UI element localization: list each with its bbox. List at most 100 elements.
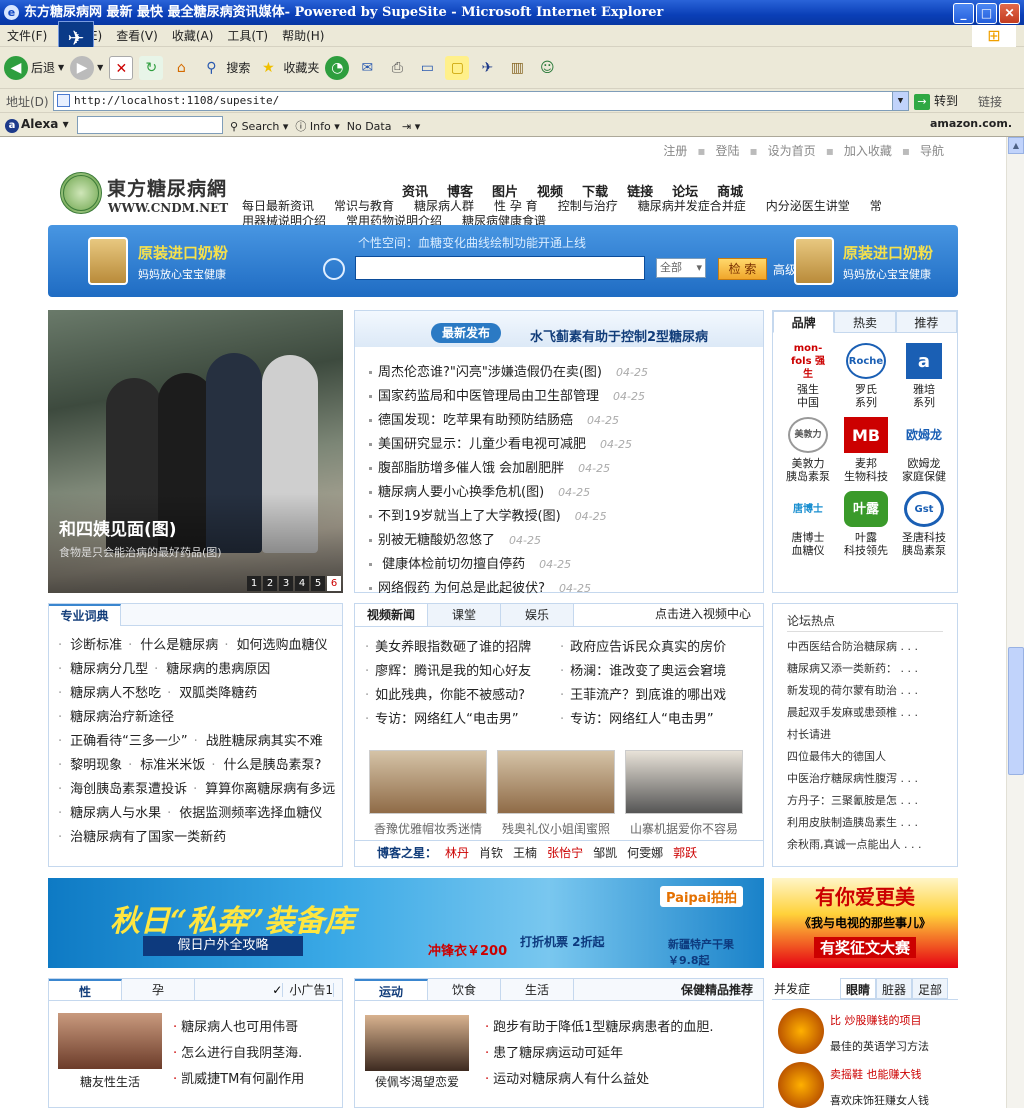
note-icon[interactable]: ▢ [445,55,470,80]
banner-notice[interactable]: 个性空间：血糖变化曲线绘制功能开通上线 [358,234,586,251]
list-item[interactable]: 美女养眼指数砸了谁的招牌 [361,636,556,660]
glossary-item[interactable]: 糖尿病治疗新途径 [52,710,174,725]
list-item[interactable]: 怎么进行自我阴茎海. [173,1041,304,1067]
nav-news[interactable]: 资讯 [402,185,428,200]
back-button[interactable]: ◀ 后退 ▼ [4,55,64,80]
blogger-link[interactable]: 林丹 [445,846,469,860]
list-item[interactable]: 中医治疗糖尿病性腹泻 . . . [787,768,947,790]
nav-blog[interactable]: 博客 [447,185,473,200]
edit-icon[interactable]: ▭ [415,56,439,80]
nav-download[interactable]: 下载 [582,185,608,200]
nav-pictures[interactable]: 图片 [492,185,518,200]
list-item[interactable]: 村长请进 [787,724,947,746]
home-icon[interactable]: ⌂ [169,56,193,80]
menu-view[interactable]: 查看(V) [109,25,165,47]
list-item[interactable]: 利用皮肤制造胰岛素生 . . . [787,812,947,834]
subnav-item[interactable]: 每日最新资讯 [242,199,314,213]
outdoor-ad-banner[interactable]: 秋日“私奔”装备库 假日户外全攻略 冲锋衣￥200 打折机票 2折起 Paipa… [48,878,764,968]
add-favorite-link[interactable]: 加入收藏 [844,144,892,158]
list-item[interactable]: 网络假药 为何总是此起彼伏? 04-25 [369,577,648,601]
list-item[interactable]: 晨起双手发麻或患颈椎 . . . [787,702,947,724]
tab-hot[interactable]: 热卖 [834,311,896,333]
video-thumb[interactable]: 山寨机据爱你不容易 [625,750,743,837]
blogger-link[interactable]: 何雯娜 [627,846,663,860]
register-link[interactable]: 注册 [663,144,687,158]
list-item[interactable]: 糖尿病人要小心换季危机(图) 04-25 [369,481,648,505]
small-ad-link[interactable]: ✓ 小广告1 [272,979,334,1001]
print-icon[interactable]: ⎙ [385,56,409,80]
list-item[interactable]: 新发现的荷尔蒙有助治 . . . [787,680,947,702]
glossary-item[interactable]: 双胍类降糖药 [161,686,257,701]
list-item[interactable]: 专访：网络红人“电击男” [556,708,756,732]
brand-item[interactable]: 欧姆龙 欧姆龙 家庭保健 [895,417,953,483]
blogger-link[interactable]: 王楠 [513,846,537,860]
list-item[interactable]: 比 炒股赚钱的项目 最佳的英语学习方法 [778,1008,956,1062]
list-item[interactable]: 如此残典，你能不被感动? [361,684,556,708]
glossary-item[interactable]: 算算你离糖尿病有多远 [187,782,335,797]
blogger-link[interactable]: 张怡宁 [547,846,583,860]
glossary-item[interactable]: 什么是糖尿病 [122,638,218,653]
blogger-link[interactable]: 郭跃 [673,846,697,860]
alexa-search-input[interactable] [77,116,223,134]
history-icon[interactable]: ◔ [325,55,350,80]
menu-help[interactable]: 帮助(H) [275,25,331,47]
subnav-item[interactable]: 糖尿病人群 [414,199,474,213]
brand-item[interactable]: 美敦力 美敦力 胰岛素泵 [779,417,837,483]
list-item[interactable]: 美国研究显示：儿童少看电视可减肥 04-25 [369,433,648,457]
chevron-down-icon[interactable]: ▼ [892,92,908,110]
tab-sex[interactable]: 性 [49,979,122,1000]
contacts-icon[interactable]: ☺ [535,56,559,80]
glossary-item[interactable]: 战胜糖尿病其实不难 [188,734,323,749]
pager-button[interactable]: 5 [311,576,325,591]
subnav-item[interactable]: 性 孕 育 [494,199,538,213]
subnav-item[interactable]: 常 [870,199,882,213]
glossary-item[interactable]: 糖尿病人与水果 [52,806,161,821]
set-home-link[interactable]: 设为首页 [768,144,816,158]
glossary-item[interactable]: 依据监测频率选择血糖仪 [161,806,322,821]
glossary-item[interactable]: 治糖尿病有了国家一类新药 [52,830,226,845]
favorites-button[interactable]: ★ 收藏夹 [256,56,319,80]
video-center-link[interactable]: 点击进入视频中心 [655,604,751,624]
vertical-scrollbar[interactable]: ▲ [1006,137,1024,1108]
menu-favorites[interactable]: 收藏(A) [165,25,221,47]
site-search-input[interactable] [355,256,645,280]
forward-button[interactable]: ▶ ▼ [70,55,103,80]
sex-thumb-image[interactable] [58,1013,162,1069]
blogger-link[interactable]: 肖钦 [479,846,503,860]
tab-brand[interactable]: 品牌 [773,311,835,333]
pager-button[interactable]: 2 [263,576,277,591]
pager-button-active[interactable]: 6 [327,576,341,591]
links-button[interactable]: 链接 [978,93,1002,110]
video-thumb[interactable]: 香豫优雅帽妆秀迷情 [369,750,487,837]
search-submit-button[interactable]: 检 索 [718,258,767,280]
list-item[interactable]: 杨澜：谁改变了奥运会窘境 [556,660,756,684]
menu-tools[interactable]: 工具(T) [220,25,275,47]
banner-ad-sub-right[interactable]: 妈妈放心宝宝健康 [843,266,931,282]
brand-item[interactable]: mon-fols 强生 强生 中国 [779,343,837,410]
tab-pregnancy[interactable]: 孕 [122,979,195,1000]
banner-ad-sub-left[interactable]: 妈妈放心宝宝健康 [138,266,226,282]
exercise-thumb-image[interactable] [365,1015,469,1071]
glossary-item[interactable]: 什么是胰岛素泵? [205,758,321,773]
latest-headline[interactable]: 水飞蓟素有助于控制2型糖尿病 [530,326,708,345]
site-logo[interactable]: 東方糖尿病網 WWW.CNDM.NET [60,170,230,220]
alexa-arrow-icon[interactable]: ⇥ ▾ [402,120,420,133]
glossary-item[interactable]: 糖尿病分几型 [52,662,148,677]
list-item[interactable]: 凯威捷TM有何副作用 [173,1067,304,1093]
nav-links[interactable]: 链接 [627,185,653,200]
amazon-link[interactable]: amazon.com. [930,117,1012,130]
brand-item[interactable]: a 雅培 系列 [895,343,953,409]
minimize-button[interactable]: _ [953,3,974,24]
list-item[interactable]: 健康体检前切勿擅自停药 04-25 [369,553,648,577]
glossary-item[interactable]: 诊断标准 [52,638,122,653]
pager-button[interactable]: 3 [279,576,293,591]
nav-mall[interactable]: 商城 [717,185,743,200]
tab-recommend[interactable]: 推荐 [895,311,957,333]
tab-eyes[interactable]: 眼睛 [840,978,876,999]
list-item[interactable]: 卖摇鞋 也能赚大钱 喜欢床饰狂赚女人钱 [778,1062,956,1108]
tab-diet[interactable]: 饮食 [428,979,501,1000]
tab-entertainment[interactable]: 娱乐 [501,604,574,626]
subnav-item[interactable]: 控制与治疗 [558,199,618,213]
subnav-item[interactable]: 内分泌医生讲堂 [766,199,850,213]
list-item[interactable]: 方丹子：三聚氰胺是怎 . . . [787,790,947,812]
